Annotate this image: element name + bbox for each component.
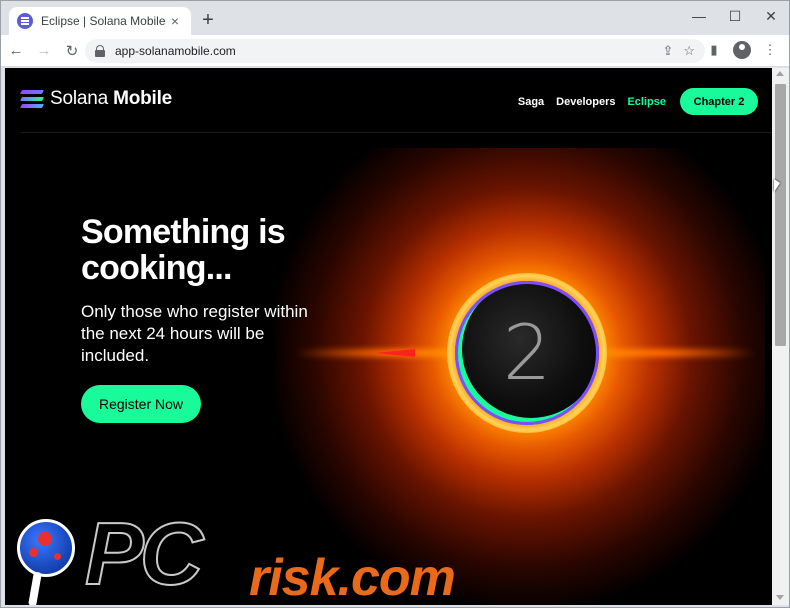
window-controls: — ☐ ✕ xyxy=(681,1,789,31)
mouse-cursor-icon xyxy=(774,179,780,192)
red-flare-arrow xyxy=(375,349,415,357)
scroll-down-arrow-icon[interactable] xyxy=(776,595,784,600)
register-now-button[interactable]: Register Now xyxy=(81,385,201,423)
tab-strip: Eclipse | Solana Mobile × + — ☐ ✕ xyxy=(1,1,789,35)
minimize-icon[interactable]: — xyxy=(681,1,717,31)
pcrisk-magnifier-handle xyxy=(28,571,42,605)
scrollbar-thumb[interactable] xyxy=(775,84,786,346)
url-text[interactable]: app-solanamobile.com xyxy=(115,44,662,58)
menu-kebab-icon[interactable]: ⋮ xyxy=(759,39,781,61)
forward-icon[interactable]: → xyxy=(31,38,57,64)
vertical-scrollbar[interactable] xyxy=(772,68,789,605)
nav-link-eclipse[interactable]: Eclipse xyxy=(627,96,666,108)
tab-title: Eclipse | Solana Mobile xyxy=(41,14,166,28)
side-panel-icon[interactable]: ▮ xyxy=(703,39,725,61)
logo-word-mobile: Mobile xyxy=(113,88,173,109)
site-nav: Saga Developers Eclipse Chapter 2 xyxy=(518,88,758,115)
close-window-icon[interactable]: ✕ xyxy=(753,1,789,31)
back-icon[interactable]: ← xyxy=(3,38,29,64)
share-icon[interactable]: ⇪ xyxy=(662,43,673,59)
solana-mobile-logo[interactable]: Solana Mobile xyxy=(20,88,173,110)
logo-word-solana: Solana xyxy=(50,88,108,109)
browser-tab[interactable]: Eclipse | Solana Mobile × xyxy=(9,7,191,35)
solana-logo-icon xyxy=(20,89,44,109)
watermark-risk: risk.com xyxy=(249,549,456,605)
solana-favicon-icon xyxy=(17,13,33,29)
site-header: Solana Mobile Saga Developers Eclipse Ch… xyxy=(5,68,772,134)
eclipse-disc: 2 xyxy=(455,281,599,425)
header-divider xyxy=(21,132,771,133)
hero-subtitle: Only those who register within the next … xyxy=(81,302,308,365)
tab-close-icon[interactable]: × xyxy=(167,13,183,29)
address-bar[interactable]: app-solanamobile.com ⇪ ☆ xyxy=(85,39,705,63)
nav-link-developers[interactable]: Developers xyxy=(556,96,615,108)
pcrisk-magnifier-logo xyxy=(17,519,75,577)
scroll-up-arrow-icon[interactable] xyxy=(776,71,784,76)
browser-toolbar: ← → ↻ app-solanamobile.com ⇪ ☆ ▮ ⋮ xyxy=(1,35,789,67)
maximize-icon[interactable]: ☐ xyxy=(717,1,753,31)
eclipse-number: 2 xyxy=(502,308,552,397)
page-viewport: 2 Solana Mobile Saga Developers Eclipse … xyxy=(5,68,772,605)
chapter-2-button[interactable]: Chapter 2 xyxy=(680,88,758,115)
lock-icon[interactable] xyxy=(95,45,105,57)
bookmark-star-icon[interactable]: ☆ xyxy=(683,43,695,59)
hero-title: Something is cooking... xyxy=(81,213,286,287)
new-tab-button[interactable]: + xyxy=(197,9,219,31)
profile-avatar-icon[interactable] xyxy=(733,41,751,59)
watermark-pc: PC xyxy=(84,504,204,603)
eclipse-graphic: 2 xyxy=(275,148,765,605)
nav-link-saga[interactable]: Saga xyxy=(518,96,544,108)
reload-icon[interactable]: ↻ xyxy=(59,38,85,64)
browser-window: Eclipse | Solana Mobile × + — ☐ ✕ ← → ↻ … xyxy=(0,0,790,608)
